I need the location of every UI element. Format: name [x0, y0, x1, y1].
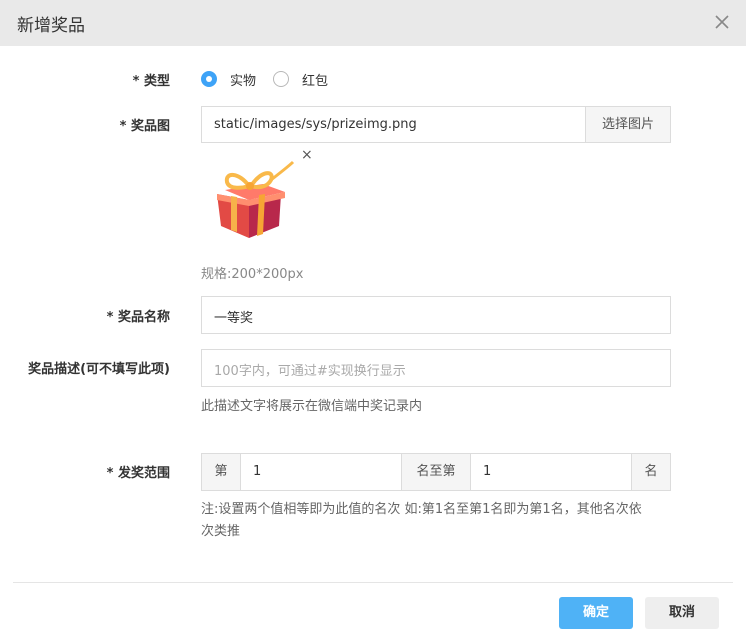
- dialog-header: 新增奖品: [0, 0, 746, 46]
- image-label: * 奖品图: [119, 119, 170, 134]
- range-from-value: 1: [253, 464, 262, 479]
- image-path-input[interactable]: static/images/sys/prizeimg.png: [201, 106, 586, 143]
- radio-physical-label[interactable]: 实物: [230, 70, 256, 89]
- radio-red-packet-label[interactable]: 红包: [302, 70, 328, 89]
- range-to-value: 1: [483, 464, 492, 479]
- range-note-line2: 次类推: [201, 524, 241, 539]
- choose-image-button[interactable]: 选择图片: [585, 106, 671, 143]
- name-label: * 奖品名称: [106, 310, 170, 325]
- gift-box-icon: [217, 160, 295, 238]
- prize-desc-placeholder: 100字内，可通过#实现换行显示: [214, 364, 406, 379]
- remove-image-icon[interactable]: ×: [301, 147, 313, 163]
- range-to-input[interactable]: 1: [470, 453, 632, 491]
- confirm-button[interactable]: 确定: [559, 597, 633, 629]
- desc-label: 奖品描述(可不填写此项): [28, 362, 170, 377]
- image-spec: 规格:200*200px: [201, 267, 304, 282]
- dialog-title: 新增奖品: [17, 16, 85, 36]
- range-label: * 发奖范围: [106, 466, 170, 481]
- footer-divider: [13, 582, 733, 583]
- close-icon[interactable]: [712, 12, 732, 32]
- range-suffix: 名: [631, 453, 671, 491]
- range-note-line1: 注:设置两个值相等即为此值的名次 如:第1名至第1名即为第1名，其他名次依: [201, 502, 642, 517]
- range-middle: 名至第: [401, 453, 471, 491]
- radio-red-packet[interactable]: [273, 71, 289, 87]
- desc-help: 此描述文字将展示在微信端中奖记录内: [201, 399, 423, 414]
- prize-name-input[interactable]: 一等奖: [201, 296, 671, 334]
- range-prefix: 第: [201, 453, 241, 491]
- range-from-input[interactable]: 1: [240, 453, 402, 491]
- radio-physical[interactable]: [201, 71, 217, 87]
- type-label: * 类型: [132, 74, 170, 89]
- cancel-button[interactable]: 取消: [645, 597, 719, 629]
- image-path-value: static/images/sys/prizeimg.png: [214, 117, 417, 132]
- prize-desc-input[interactable]: 100字内，可通过#实现换行显示: [201, 349, 671, 387]
- prize-name-value: 一等奖: [214, 311, 254, 326]
